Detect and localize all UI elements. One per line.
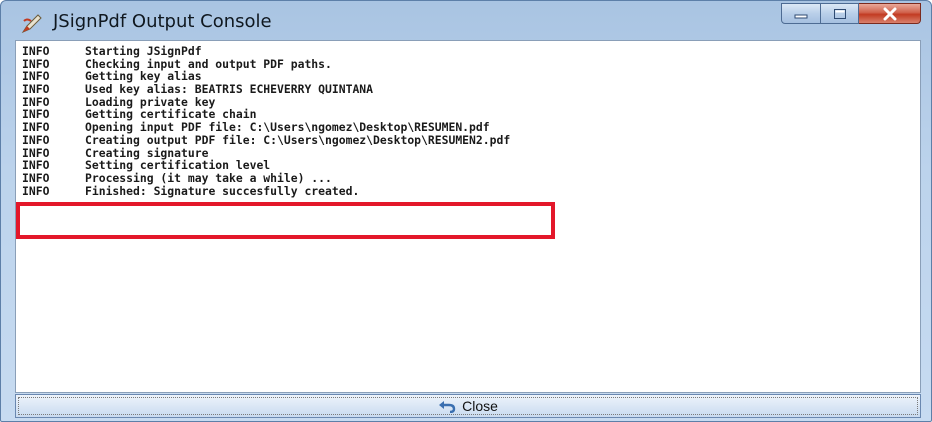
log-output-area[interactable]: INFO Starting JSignPdf INFO Checking input … (15, 40, 921, 393)
caption-buttons (781, 3, 921, 25)
log-message: Opening input PDF file: C:\Users\ngomez\… (85, 120, 490, 135)
log-line: INFO Opening input PDF file: C:\Users\ngo… (22, 121, 510, 134)
log-level: INFO (22, 82, 50, 97)
pen-icon (21, 14, 42, 34)
close-icon (883, 7, 896, 20)
log-level: INFO (22, 120, 50, 135)
log-message: Starting JSignPdf (85, 44, 202, 58)
console-window: JSignPdf Output Console INFO Starting JSi… (0, 0, 932, 422)
log-message: Creating output PDF file: C:\Users\ngome… (85, 132, 511, 147)
minimize-button[interactable] (781, 3, 821, 24)
log-line: INFO Starting JSignPdf (22, 45, 510, 58)
highlight-box (16, 202, 555, 239)
log-message: Setting certification level (85, 158, 271, 173)
log-message: Processing (it may take a while) ... (85, 170, 332, 185)
log-message: Used key alias: BEATRIS ECHEVERRY QUINTA… (85, 82, 374, 97)
log-line: INFO Setting certification level (22, 159, 510, 172)
log-level: INFO (22, 44, 50, 58)
log-list: INFO Starting JSignPdf INFO Checking input … (22, 45, 510, 197)
log-line: INFO Finished: Signature succesfully crea… (22, 183, 510, 198)
maximize-icon (833, 8, 846, 19)
maximize-button[interactable] (821, 3, 859, 24)
log-level: INFO (22, 183, 50, 198)
log-line: INFO Processing (it may take a while) ... (22, 172, 510, 185)
log-line: INFO Creating output PDF file: C:\Users\n… (22, 134, 510, 147)
log-level: INFO (22, 158, 50, 173)
focus-ring (18, 397, 918, 415)
window-title: JSignPdf Output Console (53, 11, 272, 32)
button-bar: Close (15, 394, 921, 418)
close-button[interactable]: Close (15, 394, 921, 418)
minimize-icon (794, 14, 808, 18)
title-bar[interactable]: JSignPdf Output Console (1, 1, 931, 41)
log-level: INFO (22, 170, 50, 185)
log-message: Finished: Signature succesfully created. (85, 183, 360, 198)
close-window-button[interactable] (859, 3, 921, 24)
log-line: INFO Used key alias: BEATRIS ECHEVERRY QU… (22, 83, 510, 96)
log-level: INFO (22, 132, 50, 147)
